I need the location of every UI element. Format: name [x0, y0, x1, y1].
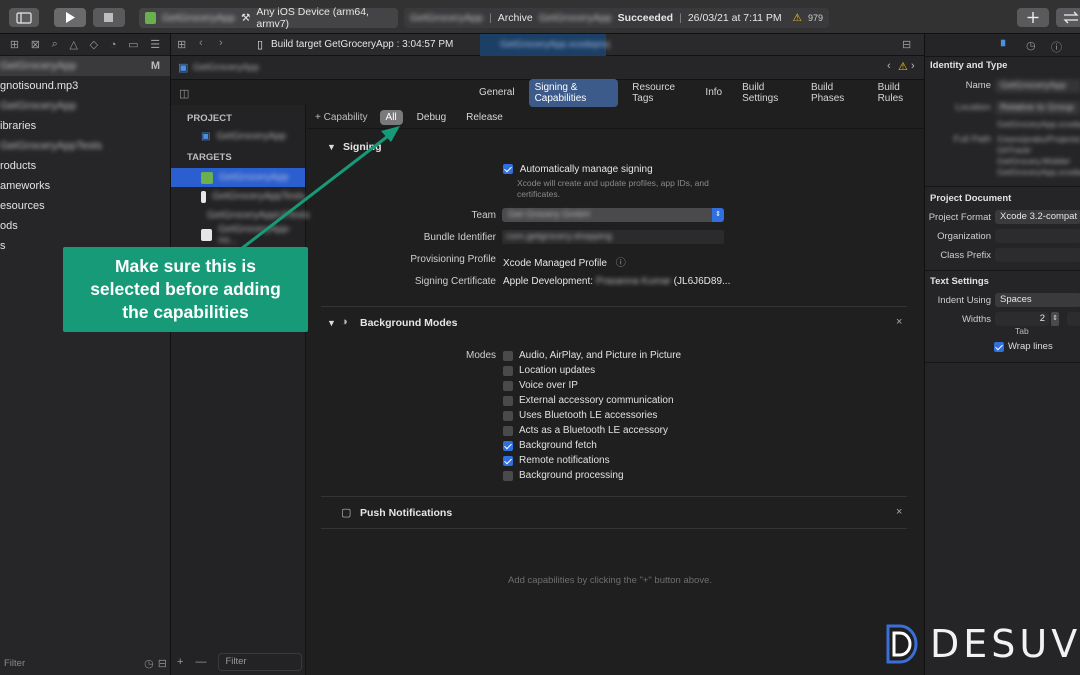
- annotation-callout: Make sure this is selected before adding…: [63, 247, 308, 332]
- callout-line: Make sure this is: [114, 256, 257, 276]
- callout-line: the capabilities: [122, 302, 249, 322]
- annotation-arrow: [240, 126, 400, 251]
- callout-line: selected before adding: [90, 279, 281, 299]
- desuvit-logo: DESUV: [884, 622, 1080, 666]
- logo-text: DESUV: [930, 622, 1080, 666]
- logo-mark-icon: [886, 624, 918, 664]
